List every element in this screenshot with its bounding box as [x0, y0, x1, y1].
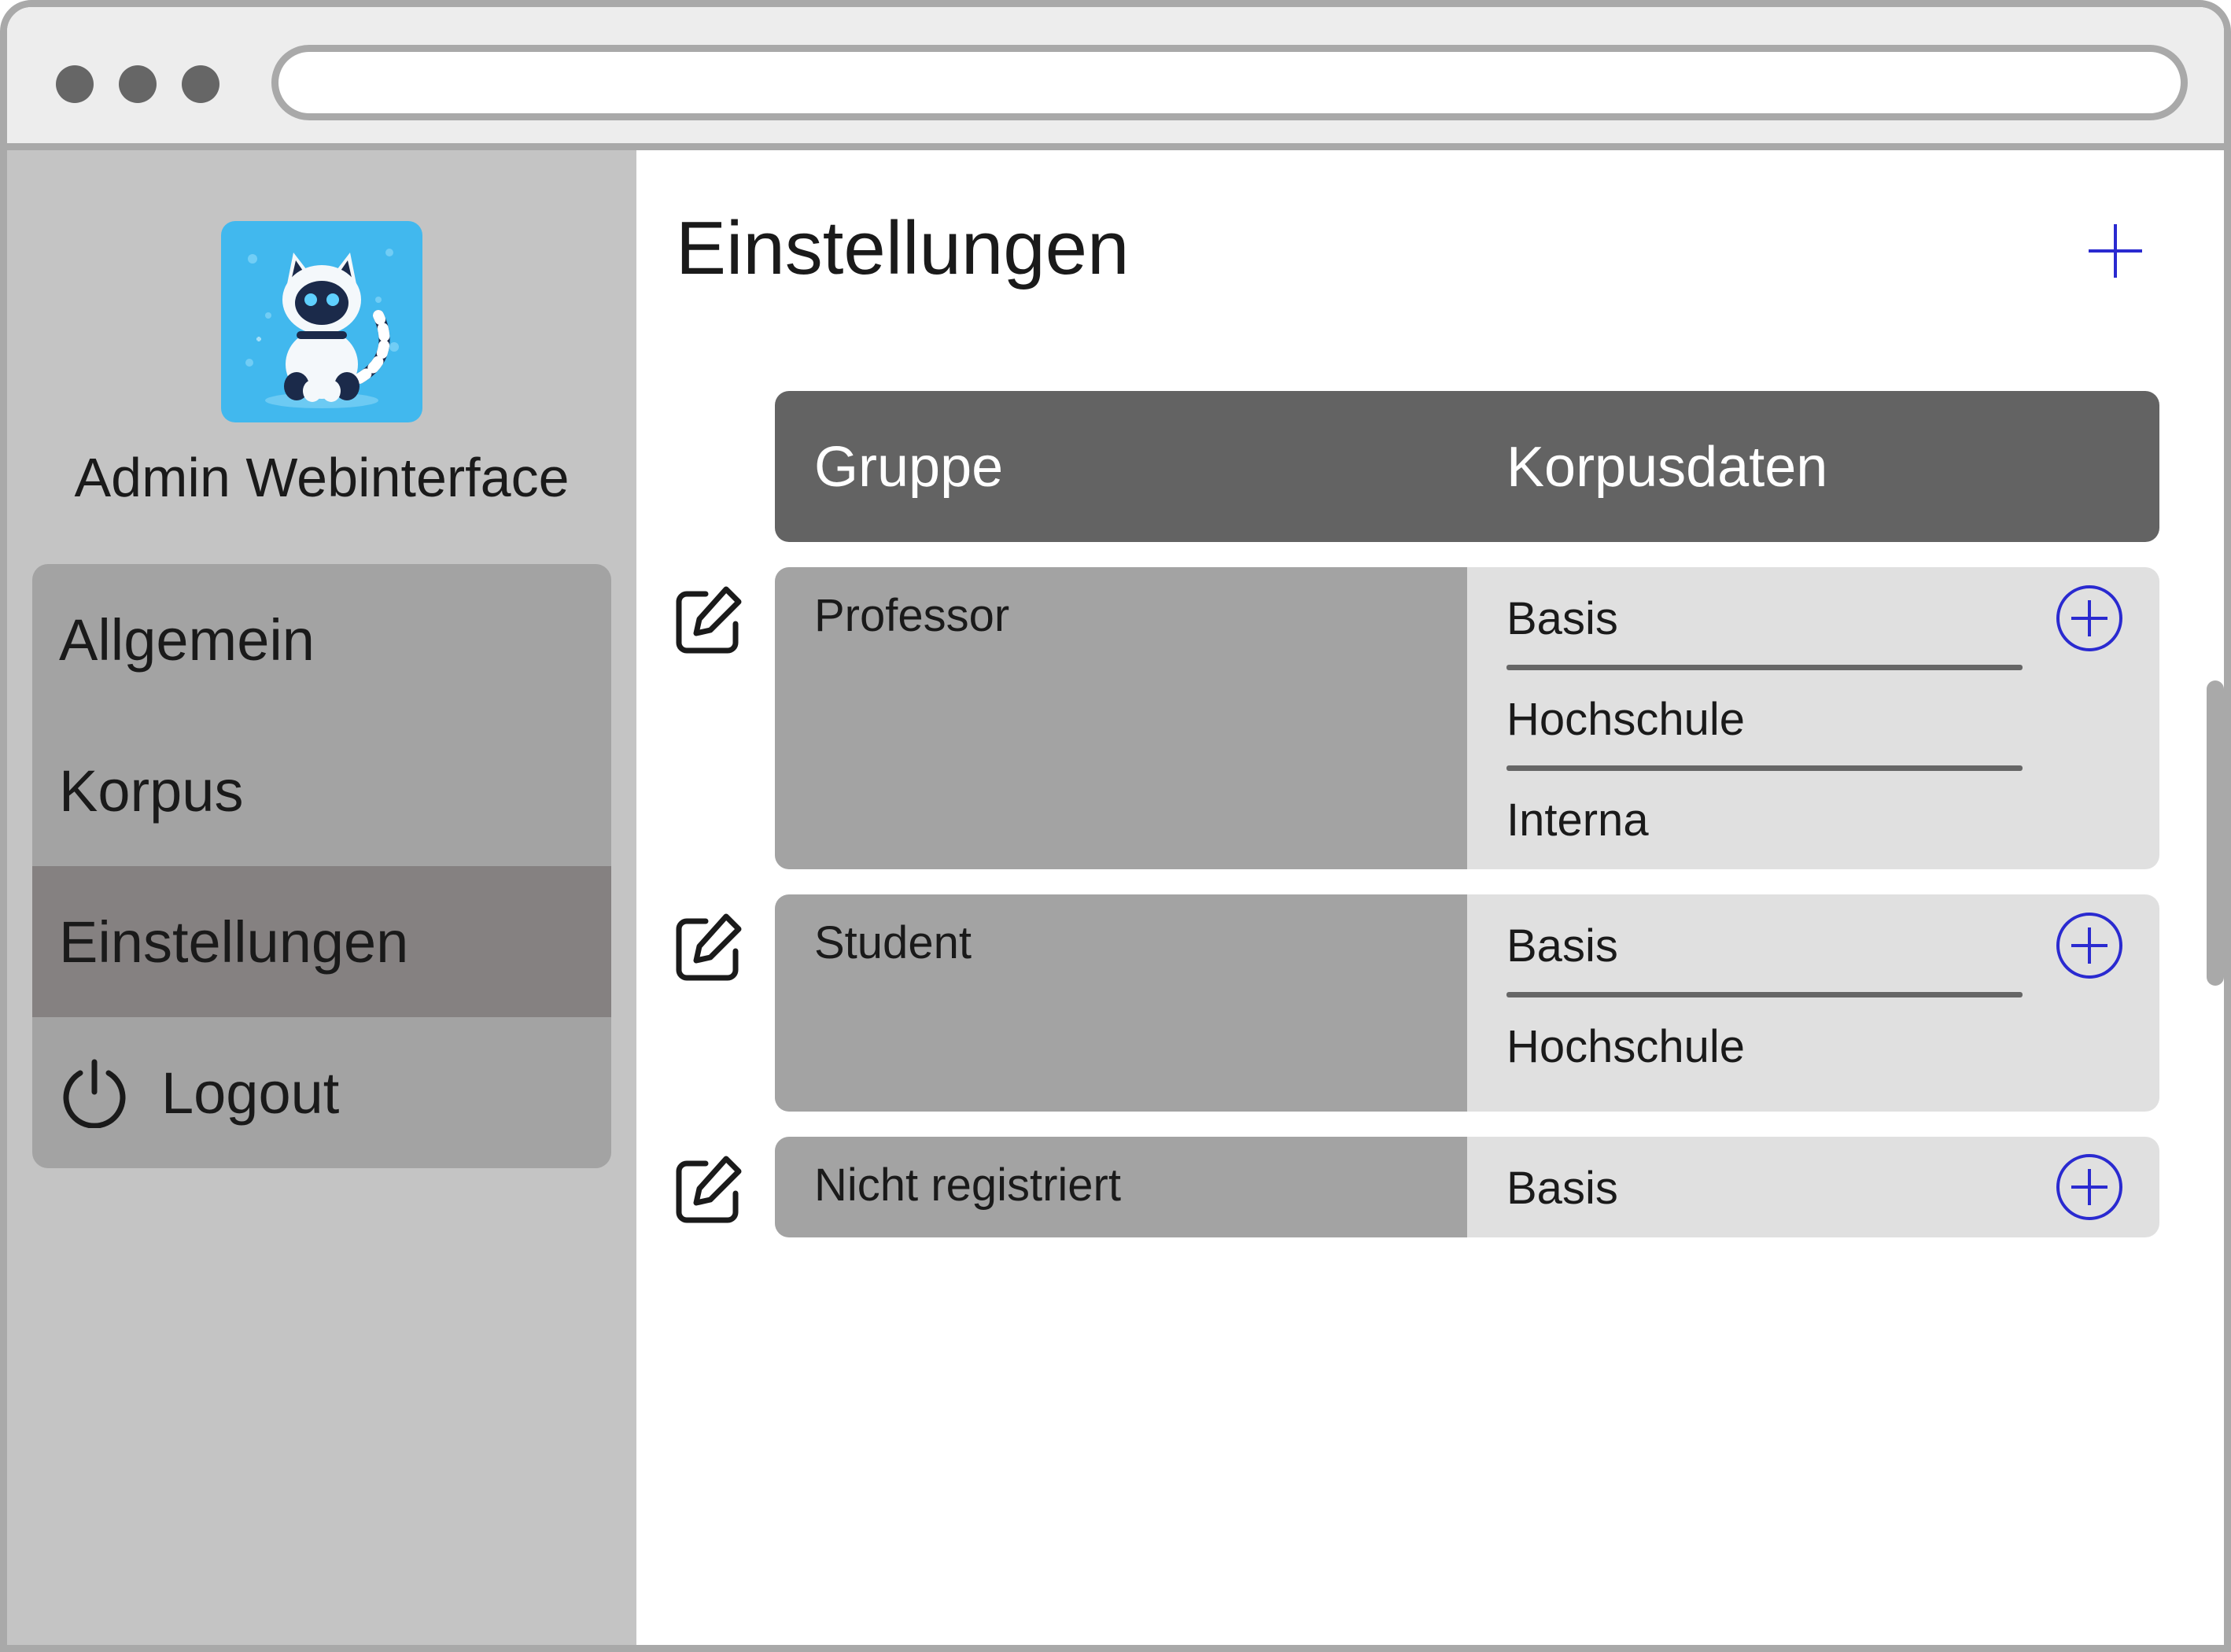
- group-cell: Nicht registriert: [775, 1137, 1467, 1237]
- nav-menu: Allgemein Korpus Einstellungen Logout: [32, 564, 611, 1168]
- column-header-gruppe: Gruppe: [814, 436, 1004, 499]
- window-dot-1[interactable]: [56, 65, 94, 103]
- app-logo: [221, 221, 422, 422]
- table-header: Gruppe Korpusdaten: [775, 391, 2159, 542]
- edit-icon[interactable]: [671, 1151, 747, 1226]
- sidebar: Admin Webinterface Allgemein Korpus Eins…: [7, 150, 636, 1645]
- nav-item-logout[interactable]: Logout: [32, 1017, 611, 1168]
- nav-item-label: Korpus: [59, 758, 244, 824]
- plus-circle-icon[interactable]: [2056, 1153, 2123, 1221]
- window-dot-3[interactable]: [182, 65, 219, 103]
- robot-cat-logo-icon: [221, 221, 422, 422]
- nav-item-allgemein[interactable]: Allgemein: [32, 564, 611, 715]
- main-content: Einstellungen Gruppe Korpusdaten Profess…: [636, 150, 2194, 1645]
- plus-circle-icon[interactable]: [2056, 912, 2123, 979]
- title-bar: [7, 7, 2224, 150]
- power-icon: [63, 1059, 126, 1128]
- app-name: Admin Webinterface: [74, 447, 570, 508]
- nav-item-einstellungen[interactable]: Einstellungen: [32, 866, 611, 1017]
- edit-icon[interactable]: [671, 581, 747, 657]
- group-name: Student: [814, 917, 972, 968]
- nav-item-korpus[interactable]: Korpus: [32, 715, 611, 866]
- nav-item-label: Allgemein: [59, 607, 315, 673]
- group-cell: Professor: [775, 567, 1467, 869]
- table-row: Professor Basis Hochschule Interna: [775, 567, 2159, 869]
- table-row: Nicht registriert Basis: [775, 1137, 2159, 1237]
- page-title: Einstellungen: [676, 206, 1130, 290]
- divider: [1506, 665, 2023, 670]
- divider: [1506, 765, 2023, 771]
- group-name: Nicht registriert: [814, 1160, 1121, 1211]
- corpus-entry: Basis: [1506, 593, 1618, 644]
- browser-window: Admin Webinterface Allgemein Korpus Eins…: [0, 0, 2231, 1652]
- divider: [1506, 992, 2023, 997]
- column-header-korpusdaten: Korpusdaten: [1506, 436, 1828, 499]
- plus-circle-icon[interactable]: [2056, 584, 2123, 652]
- group-name: Professor: [814, 590, 1010, 641]
- nav-item-label: Logout: [161, 1060, 340, 1126]
- corpus-entry: Hochschule: [1506, 694, 1746, 745]
- nav-item-label: Einstellungen: [59, 909, 409, 975]
- corpus-entry: Interna: [1506, 795, 1649, 846]
- table-row: Student Basis Hochschule: [775, 894, 2159, 1112]
- add-group-plus-icon[interactable]: [2084, 219, 2147, 282]
- scrollbar[interactable]: [2207, 680, 2224, 986]
- address-bar[interactable]: [271, 45, 2188, 120]
- edit-icon[interactable]: [671, 909, 747, 984]
- window-dot-2[interactable]: [119, 65, 157, 103]
- corpus-entry: Basis: [1506, 920, 1618, 972]
- corpus-entry: Basis: [1506, 1163, 1618, 1214]
- corpus-entry: Hochschule: [1506, 1021, 1746, 1072]
- group-cell: Student: [775, 894, 1467, 1112]
